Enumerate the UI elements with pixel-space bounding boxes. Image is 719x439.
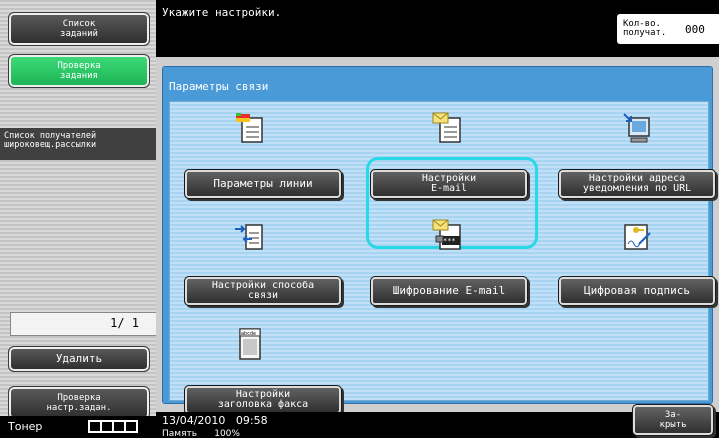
- broadcast-recipient-list-label: Список получателей широковещ.рассылки: [0, 128, 163, 164]
- date-time: 13/04/2010 09:58: [162, 414, 268, 427]
- email-encryption-icon: ***: [432, 219, 461, 250]
- svg-text:abcde: abcde: [241, 331, 256, 337]
- line-parameters-icon: [236, 113, 263, 143]
- toner-label: Тонер: [8, 420, 43, 433]
- prompt-text: Укажите настройки.: [162, 6, 282, 19]
- close-button[interactable]: За- крыть: [632, 404, 714, 436]
- options-grid: Параметры линии Настройки E-mail Настрой…: [169, 101, 716, 415]
- toner-status: Тонер: [0, 416, 156, 438]
- email-settings-icon: [432, 112, 461, 143]
- job-check-button[interactable]: Проверка задания: [8, 54, 150, 88]
- page-indicator: 1/ 1: [10, 312, 170, 336]
- line-parameters-button[interactable]: Параметры линии: [184, 169, 342, 199]
- copies-value: 000: [685, 23, 705, 36]
- time: 09:58: [235, 414, 268, 427]
- url-notification-icon: [623, 113, 650, 143]
- panel-title: Параметры связи: [169, 80, 269, 93]
- sidebar-background-lower: [0, 160, 156, 416]
- url-notification-address-button[interactable]: Настройки адреса уведомления по URL: [558, 169, 716, 199]
- sidebar: Список заданий Проверка задания Список п…: [0, 0, 170, 438]
- copies-counter: Кол-во. получат. 000: [617, 14, 719, 44]
- connection-method-settings-button[interactable]: Настройки способа связи: [184, 276, 342, 306]
- digital-signature-icon: [624, 224, 651, 250]
- toner-gauge: [88, 420, 138, 433]
- delete-button[interactable]: Удалить: [8, 346, 150, 372]
- fax-header-icon: abcde: [239, 328, 261, 360]
- status-bar: 13/04/2010 09:58 Память 100% За- крыть: [156, 404, 719, 439]
- check-job-settings-button[interactable]: Проверка настр.задан.: [8, 386, 150, 420]
- svg-text:***: ***: [443, 237, 456, 245]
- header: Укажите настройки. Кол-во. получат. 000: [156, 0, 719, 57]
- digital-signature-button[interactable]: Цифровая подпись: [558, 276, 716, 306]
- job-list-button[interactable]: Список заданий: [8, 12, 150, 46]
- copies-label: Кол-во. получат.: [623, 19, 667, 38]
- communication-settings-panel: Параметры связи Параметры линии Настройк…: [162, 66, 716, 415]
- fax-header-settings-button[interactable]: Настройки заголовка факса: [184, 385, 342, 415]
- date: 13/04/2010: [162, 414, 226, 427]
- email-encryption-button[interactable]: Шифрование E-mail: [370, 276, 528, 306]
- connection-method-icon: [235, 224, 263, 250]
- email-settings-button[interactable]: Настройки E-mail: [370, 169, 528, 199]
